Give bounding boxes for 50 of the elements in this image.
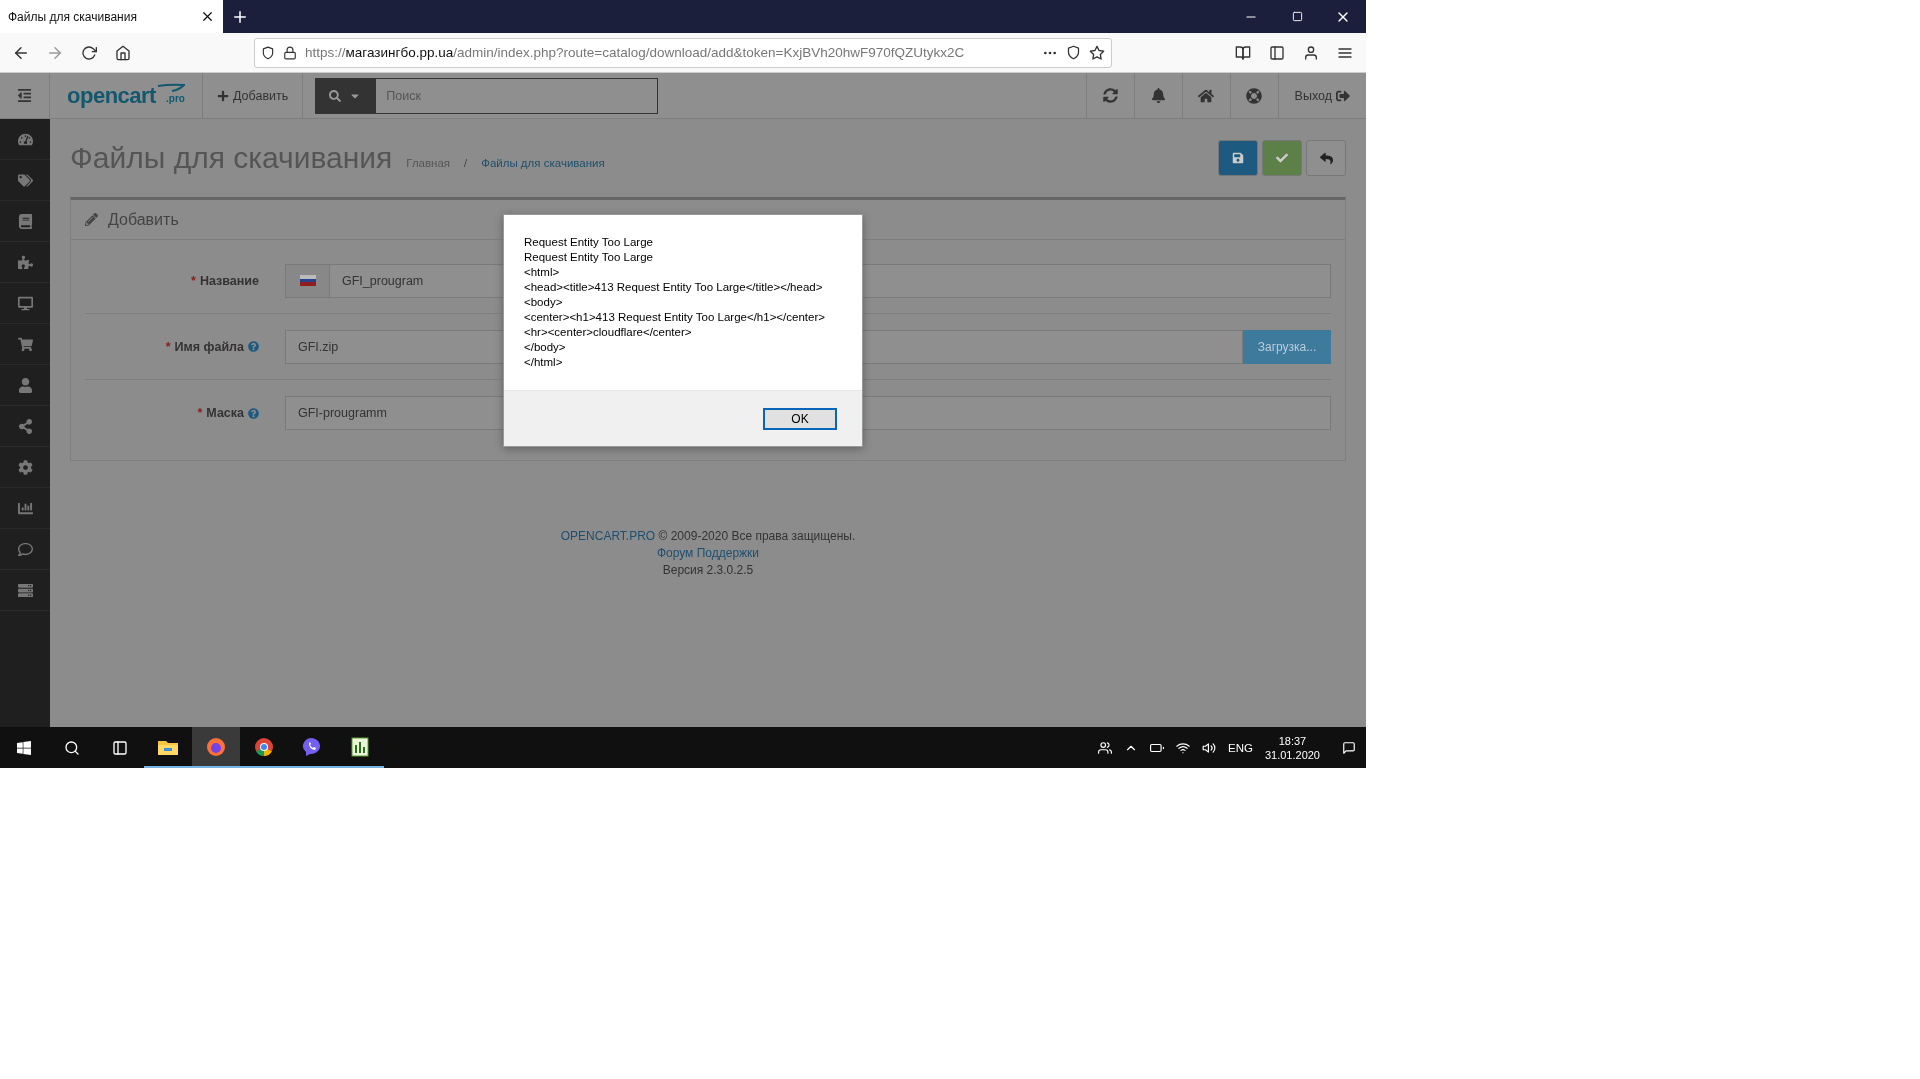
- opencart-logo[interactable]: opencart .pro: [67, 82, 185, 109]
- ok-button[interactable]: OK: [763, 407, 837, 430]
- speaker-icon[interactable]: [1202, 740, 1216, 755]
- star-icon[interactable]: [1089, 44, 1105, 61]
- flag-icon: [299, 275, 316, 286]
- shield-icon: [261, 45, 275, 60]
- search-button[interactable]: [315, 77, 376, 114]
- clock[interactable]: 18:37 31.01.2020: [1264, 734, 1320, 761]
- browser-tab[interactable]: Файлы для скачивания: [0, 0, 223, 33]
- address-bar[interactable]: https://магазингбо.pp.ua/admin/index.php?route=catalog/download/add&token=KxjBVh20hwF970fQZUtykx2C: [254, 37, 1112, 68]
- sign-out-icon: [1336, 88, 1350, 103]
- back-button[interactable]: [1306, 140, 1346, 176]
- search-icon: [329, 89, 342, 102]
- check-button[interactable]: [1262, 140, 1302, 176]
- add-link[interactable]: Добавить: [233, 88, 289, 103]
- menu-icon[interactable]: [17, 88, 32, 103]
- breadcrumb-separator: /: [464, 157, 468, 169]
- save-button[interactable]: [1218, 140, 1258, 176]
- copyright-text: OPENCART.PRO © 2009-2020 Все права защищены.: [560, 529, 856, 543]
- language-indicator[interactable]: ENG: [1228, 741, 1253, 754]
- search-field[interactable]: Поиск: [375, 77, 659, 114]
- required-asterisk: *: [191, 273, 196, 288]
- checkmark-icon: [1276, 152, 1288, 164]
- people-icon[interactable]: [1098, 740, 1112, 755]
- field-label: Маска: [206, 406, 244, 420]
- notifications-icon[interactable]: [1342, 740, 1356, 755]
- language-addon[interactable]: [285, 263, 329, 298]
- required-asterisk: *: [197, 406, 203, 420]
- error-message: Request Entity Too Large Request Entity Too Large <html> <head><title>413 Request Entity Too Large</title></head> <body> <center><h1>413 Request Entity Too Large</h1></center> <hr><center>cloudflare</center> </body> </html>: [523, 235, 826, 370]
- version-text: Версия 2.3.0.2.5: [662, 563, 754, 577]
- field-label: Название: [200, 273, 259, 288]
- phone-bubble-icon: [302, 736, 322, 757]
- lock-icon: [283, 45, 297, 60]
- tricolor-circle-icon: [254, 736, 274, 757]
- logout-link[interactable]: Выход: [1277, 73, 1366, 118]
- pencil-icon: [85, 213, 98, 226]
- opencart-link[interactable]: OPENCART.PRO: [560, 529, 656, 543]
- required-asterisk: *: [165, 339, 171, 354]
- forum-link[interactable]: Форум Поддержки: [656, 546, 760, 560]
- reply-arrow-icon: [1319, 151, 1333, 165]
- breadcrumb-link[interactable]: Файлы для скачивания: [481, 157, 605, 169]
- panel-title: Добавить: [108, 210, 179, 229]
- plus-icon: [217, 89, 229, 102]
- upload-button[interactable]: Загрузка...: [1243, 329, 1331, 364]
- close-icon[interactable]: [200, 9, 215, 24]
- wifi-icon[interactable]: [1176, 740, 1190, 755]
- url-text: https://магазингбо.pp.ua/admin/index.php?route=catalog/download/add&token=KxjBVh20hwF970fQZUtykx2C: [305, 45, 966, 60]
- spreadsheet-icon: [351, 736, 369, 757]
- folder-icon: [158, 738, 178, 755]
- field-label: Имя файла: [174, 339, 244, 354]
